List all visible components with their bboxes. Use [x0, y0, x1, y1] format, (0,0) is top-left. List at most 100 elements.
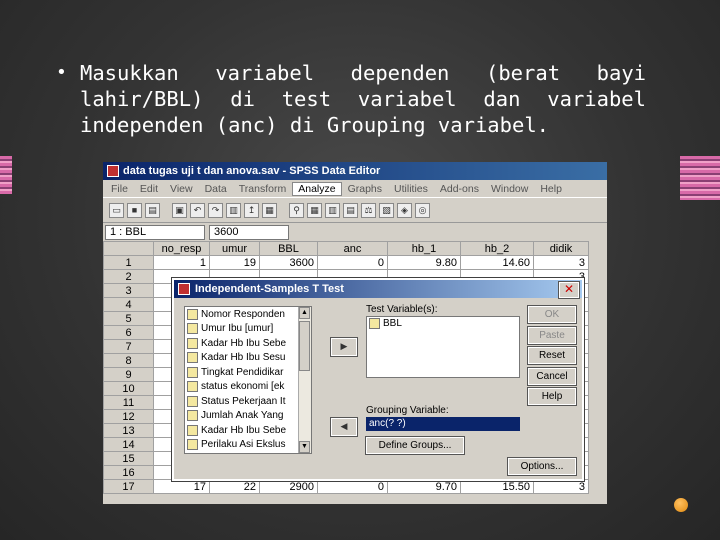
table-cell[interactable]: 0: [317, 255, 388, 270]
table-cell[interactable]: 22: [209, 479, 260, 494]
row-number: 14: [103, 437, 154, 452]
row-number: 16: [103, 465, 154, 480]
table-cell[interactable]: 17: [153, 479, 210, 494]
print-icon[interactable]: ▤: [145, 202, 160, 218]
menu-window[interactable]: Window: [485, 183, 534, 195]
row-number: 12: [103, 409, 154, 424]
insert-case-icon[interactable]: ▦: [307, 202, 322, 218]
list-item[interactable]: Perilaku Asi Ekslus: [185, 438, 311, 453]
scroll-thumb[interactable]: [299, 321, 310, 371]
table-cell[interactable]: 9.80: [387, 255, 461, 270]
test-variables-label: Test Variable(s):: [366, 304, 438, 315]
list-item[interactable]: Nomor Responden: [185, 307, 311, 322]
bullet-line: lahir/BBL) di test variabel dan variabel: [80, 87, 646, 111]
table-cell[interactable]: 19: [209, 255, 260, 270]
goto-chart-icon[interactable]: ▥: [226, 202, 241, 218]
list-item[interactable]: Kadar Hb Ibu Sebe: [185, 423, 311, 438]
row-number: 7: [103, 339, 154, 354]
bullet-icon: •: [56, 62, 67, 83]
options-button[interactable]: Options...: [507, 457, 577, 476]
menu-file[interactable]: File: [105, 183, 134, 195]
variable-name: Tingkat Pendidikar: [201, 366, 284, 378]
table-cell[interactable]: 3: [533, 479, 589, 494]
list-item[interactable]: Kadar Hb Ibu Sebe: [185, 336, 311, 351]
list-item[interactable]: Tingkat Pendidikar: [185, 365, 311, 380]
list-item[interactable]: Umur Ibu [umur]: [185, 322, 311, 337]
variables-icon[interactable]: ▦: [262, 202, 277, 218]
insert-variable-icon[interactable]: ▥: [325, 202, 340, 218]
split-file-icon[interactable]: ▤: [343, 202, 358, 218]
undo-icon[interactable]: ↶: [190, 202, 205, 218]
dialog-recall-icon[interactable]: ▣: [172, 202, 187, 218]
paste-button[interactable]: Paste: [527, 326, 577, 345]
ok-button[interactable]: OK: [527, 305, 577, 324]
table-cell[interactable]: 1: [153, 255, 210, 270]
define-groups-button[interactable]: Define Groups...: [365, 436, 465, 455]
menu-analyze[interactable]: Analyze: [292, 181, 342, 196]
table-cell[interactable]: 0: [317, 479, 388, 494]
list-item[interactable]: status ekonomi [ek: [185, 380, 311, 395]
menu-edit[interactable]: Edit: [134, 183, 164, 195]
table-cell[interactable]: 15.50: [460, 479, 534, 494]
table-cell[interactable]: 3600: [259, 255, 318, 270]
decor-orange-dot: [674, 498, 688, 512]
decor-stripe-right: [680, 156, 720, 200]
list-item[interactable]: Kadar Hb Ibu Sesu: [185, 351, 311, 366]
list-item[interactable]: BBL: [369, 318, 517, 329]
close-icon[interactable]: ✕: [558, 281, 580, 299]
save-icon[interactable]: ■: [127, 202, 142, 218]
find-icon[interactable]: ⚲: [289, 202, 304, 218]
bullet-line: Masukkan variabel dependen (berat bayi: [80, 61, 646, 85]
variable-icon: [187, 410, 198, 422]
grouping-variable-field[interactable]: anc(? ?): [366, 417, 520, 431]
table-cell[interactable]: 2900: [259, 479, 318, 494]
open-icon[interactable]: ▭: [109, 202, 124, 218]
table-cell[interactable]: 14.60: [460, 255, 534, 270]
menu-view[interactable]: View: [164, 183, 199, 195]
dialog-titlebar: Independent-Samples T Test ✕: [174, 280, 582, 299]
column-header[interactable]: hb_2: [460, 241, 534, 256]
menu-graphs[interactable]: Graphs: [342, 183, 388, 195]
move-to-test-variables-button[interactable]: ▶: [330, 337, 358, 357]
list-item[interactable]: Riwayat hipertensi: [185, 452, 311, 453]
test-variables-list[interactable]: BBL: [366, 316, 520, 378]
cancel-button[interactable]: Cancel: [527, 367, 577, 386]
move-to-grouping-variable-button[interactable]: ◀: [330, 417, 358, 437]
help-button[interactable]: Help: [527, 387, 577, 406]
reset-button[interactable]: Reset: [527, 346, 577, 365]
menu-data[interactable]: Data: [199, 183, 233, 195]
weight-cases-icon[interactable]: ⚖: [361, 202, 376, 218]
menu-help[interactable]: Help: [534, 183, 568, 195]
goto-case-icon[interactable]: ↥: [244, 202, 259, 218]
column-header[interactable]: umur: [209, 241, 260, 256]
row-number: 10: [103, 381, 154, 396]
column-header[interactable]: no_resp: [153, 241, 210, 256]
row-number: 8: [103, 353, 154, 368]
column-header[interactable]: BBL: [259, 241, 318, 256]
independent-samples-t-test-dialog: Independent-Samples T Test ✕ Nomor Respo…: [171, 277, 585, 482]
variable-list-scrollbar[interactable]: ▲ ▼: [298, 307, 311, 453]
variable-name: Kadar Hb Ibu Sebe: [201, 337, 287, 349]
source-variable-list[interactable]: Nomor Responden Umur Ibu [umur] Kadar Hb I…: [184, 306, 312, 454]
decor-stripe-left: [0, 156, 12, 194]
table-cell[interactable]: 9.70: [387, 479, 461, 494]
table-cell[interactable]: 3: [533, 255, 589, 270]
column-header[interactable]: anc: [317, 241, 388, 256]
redo-icon[interactable]: ↷: [208, 202, 223, 218]
menu-addons[interactable]: Add-ons: [434, 183, 485, 195]
column-header[interactable]: didik: [533, 241, 589, 256]
value-labels-icon[interactable]: ◈: [397, 202, 412, 218]
scroll-down-icon[interactable]: ▼: [299, 441, 310, 453]
menu-utilities[interactable]: Utilities: [388, 183, 434, 195]
window-titlebar: data tugas uji t dan anova.sav - SPSS Da…: [103, 162, 607, 180]
row-number: 1: [103, 255, 154, 270]
column-header[interactable]: hb_1: [387, 241, 461, 256]
use-sets-icon[interactable]: ◎: [415, 202, 430, 218]
menu-transform[interactable]: Transform: [233, 183, 292, 195]
cell-reference-bar: 1 : BBL 3600: [103, 223, 607, 241]
scroll-up-icon[interactable]: ▲: [299, 307, 310, 319]
list-item[interactable]: Jumlah Anak Yang: [185, 409, 311, 424]
list-item[interactable]: Status Pekerjaan It: [185, 394, 311, 409]
cell-value-field[interactable]: 3600: [209, 224, 289, 240]
select-cases-icon[interactable]: ▧: [379, 202, 394, 218]
